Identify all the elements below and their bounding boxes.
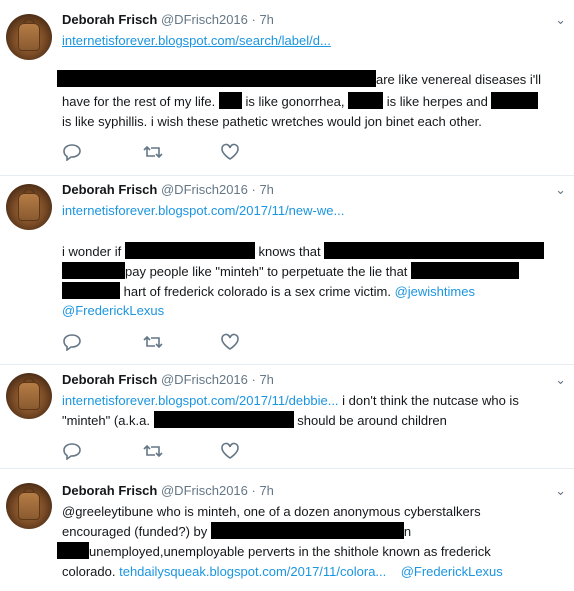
redaction-bar [62,262,125,279]
reply-icon[interactable] [62,442,84,462]
tweet[interactable]: Deborah Frisch @DFrisch2016 · 7h ⌄ inter… [0,365,574,469]
tweet-header: Deborah Frisch @DFrisch2016 · 7h [62,180,274,200]
author-name[interactable]: Deborah Frisch [62,372,157,387]
text: is like syphillis. i wish these pathetic… [62,114,482,129]
heart-icon[interactable] [220,143,242,163]
timestamp[interactable]: 7h [259,12,273,27]
redaction-bar [348,92,384,109]
tweet-text-line: "minteh" (a.k.a. should be around childr… [62,411,447,431]
tweet-header: Deborah Frisch @DFrisch2016 · 7h [62,370,274,390]
avatar[interactable] [6,373,52,419]
heart-icon[interactable] [220,442,242,462]
tweet-link[interactable]: internetisforever.blogspot.com/2017/11/n… [62,203,344,218]
text: n [403,524,412,539]
tweet-text-line: have for the rest of my life. is like go… [62,92,539,112]
timestamp[interactable]: 7h [259,483,273,498]
tweet-text-line: colorado. tehdailysqueak.blogspot.com/20… [62,562,503,582]
redaction-bar [153,411,294,428]
avatar[interactable] [6,483,52,529]
tweet-text-line: is like syphillis. i wish these pathetic… [62,112,482,132]
reply-icon[interactable] [62,333,84,353]
author-handle[interactable]: @DFrisch2016 [161,12,248,27]
tweet-header: Deborah Frisch @DFrisch2016 · 7h [62,10,274,30]
redaction-bar [324,242,545,259]
text: is like gonorrhea, [245,94,345,109]
text: i wonder if [62,244,122,259]
tweet-link[interactable]: tehdailysqueak.blogspot.com/2017/11/colo… [119,564,386,579]
text: i don't think the nutcase who is [338,393,519,408]
text: knows that [258,244,321,259]
tweet-text-line: pay people like "minteh" to perpetuate t… [62,262,520,282]
tweet-text-line: hart of frederick colorado is a sex crim… [62,282,475,302]
tweet-text-line: unemployed,unemployable perverts in the … [57,542,491,562]
tweet-text-line: internetisforever.blogspot.com/2017/11/d… [62,391,519,411]
author-name[interactable]: Deborah Frisch [62,483,157,498]
retweet-icon[interactable] [142,333,164,353]
heart-icon[interactable] [220,333,242,353]
redaction-bar [57,70,376,87]
tweet-actions [62,442,262,462]
text: "minteh" (a.k.a. [62,413,150,428]
retweet-icon[interactable] [142,143,164,163]
tweet-text-line: i wonder if knows that [62,242,545,262]
tweet[interactable]: Deborah Frisch @DFrisch2016 · 7h ⌄ inter… [0,0,574,176]
tweet-link[interactable]: internetisforever.blogspot.com/search/la… [62,33,331,48]
tweet-actions [62,333,262,353]
mention-link[interactable]: @FrederickLexus [62,303,164,318]
tweet[interactable]: Deborah Frisch @DFrisch2016 · 7h ⌄ @gree… [0,469,574,591]
retweet-icon[interactable] [142,442,164,462]
text: encouraged (funded?) by [62,524,208,539]
redaction-bar [491,92,539,109]
tweet-header: Deborah Frisch @DFrisch2016 · 7h [62,481,274,501]
text: have for the rest of my life. [62,94,216,109]
tweet-text-line: @greeleytibune who is minteh, one of a d… [62,502,481,522]
redaction-bar [218,92,242,109]
tweet-actions [62,143,262,163]
redaction-bar [210,522,404,539]
author-name[interactable]: Deborah Frisch [62,12,157,27]
chevron-down-icon[interactable]: ⌄ [555,12,566,28]
text: should be around children [297,413,447,428]
mention-link[interactable]: @jewishtimes [395,284,475,299]
mention-link[interactable]: @FrederickLexus [401,564,503,579]
chevron-down-icon[interactable]: ⌄ [555,182,566,198]
text: hart of frederick colorado is a sex crim… [123,284,391,299]
text: are like venereal diseases i'll [376,72,542,87]
chevron-down-icon[interactable]: ⌄ [555,483,566,499]
tweet-text-line: are like venereal diseases i'll [57,70,541,90]
timestamp[interactable]: 7h [259,182,273,197]
text: unemployed,unemployable perverts in the … [89,544,491,559]
text: is like herpes and [386,94,488,109]
separator: · [247,483,260,498]
timestamp[interactable]: 7h [259,372,273,387]
separator: · [247,12,260,27]
author-handle[interactable]: @DFrisch2016 [161,483,248,498]
redaction-bar [411,262,520,279]
reply-icon[interactable] [62,143,84,163]
tweet-text-line: encouraged (funded?) by n [62,522,411,542]
redaction-bar [57,542,89,559]
author-handle[interactable]: @DFrisch2016 [161,182,248,197]
avatar[interactable] [6,184,52,230]
redaction-bar [62,282,120,299]
avatar[interactable] [6,14,52,60]
separator: · [247,182,260,197]
chevron-down-icon[interactable]: ⌄ [555,372,566,388]
text: @greeleytibune who is minteh, one of a d… [62,504,481,519]
tweet[interactable]: Deborah Frisch @DFrisch2016 · 7h ⌄ inter… [0,176,574,365]
tweet-link[interactable]: internetisforever.blogspot.com/2017/11/d… [62,393,339,408]
author-name[interactable]: Deborah Frisch [62,182,157,197]
text: pay people like "minteh" to perpetuate t… [125,264,408,279]
redaction-bar [124,242,255,259]
text: colorado. [62,564,116,579]
separator: · [247,372,260,387]
tweet-text-line: @FrederickLexus [62,301,164,321]
author-handle[interactable]: @DFrisch2016 [161,372,248,387]
